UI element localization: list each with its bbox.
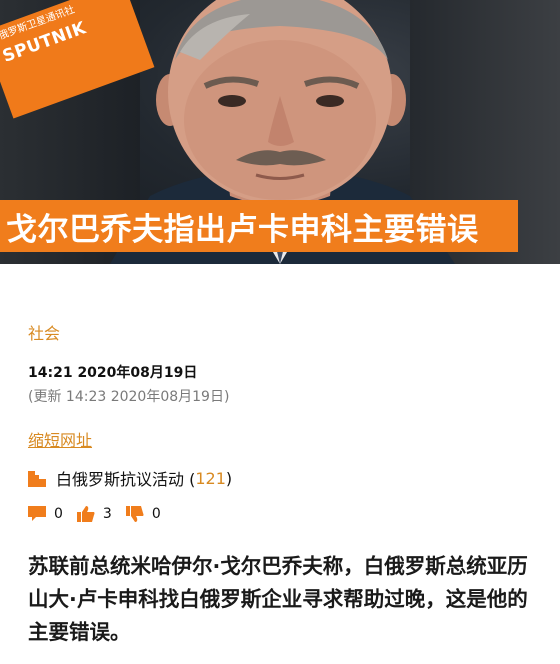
category-link[interactable]: 社会	[28, 320, 60, 344]
stats-row: 0 3 0	[28, 506, 175, 522]
update-time: (更新 14:23 2020年08月19日)	[28, 389, 230, 405]
short-url-link[interactable]: 缩短网址	[28, 427, 92, 451]
tag-label[interactable]: 白俄罗斯抗议活动 (	[56, 466, 195, 490]
like-count: 3	[102, 506, 112, 522]
tag-close: )	[225, 468, 233, 488]
comment-count: 0	[54, 506, 63, 522]
dislike-count: 0	[151, 506, 161, 522]
headline-text: 戈尔巴乔夫指出卢卡申科主要错误	[6, 211, 479, 248]
tag-icon	[28, 471, 46, 487]
headline-banner: 戈尔巴乔夫指出卢卡申科主要错误	[0, 200, 518, 252]
thumbs-up-icon[interactable]	[76, 506, 95, 522]
article-lead: 苏联前总统米哈伊尔·戈尔巴乔夫称，白俄罗斯总统亚历山大·卢卡申科找白俄罗斯企业寻…	[28, 554, 528, 644]
thumbs-down-icon[interactable]	[125, 506, 144, 522]
tag-row[interactable]: 白俄罗斯抗议活动 (121)	[28, 466, 232, 490]
comment-icon[interactable]	[28, 506, 46, 522]
tag-count[interactable]: 121	[195, 469, 226, 488]
sputnik-logo[interactable]: 俄罗斯卫星通讯社 SPUTNIK	[0, 0, 155, 119]
publish-time: 14:21 2020年08月19日	[28, 365, 198, 381]
hero-image: 俄罗斯卫星通讯社 SPUTNIK 戈尔巴乔夫指出卢卡申科主要错误	[0, 0, 560, 264]
